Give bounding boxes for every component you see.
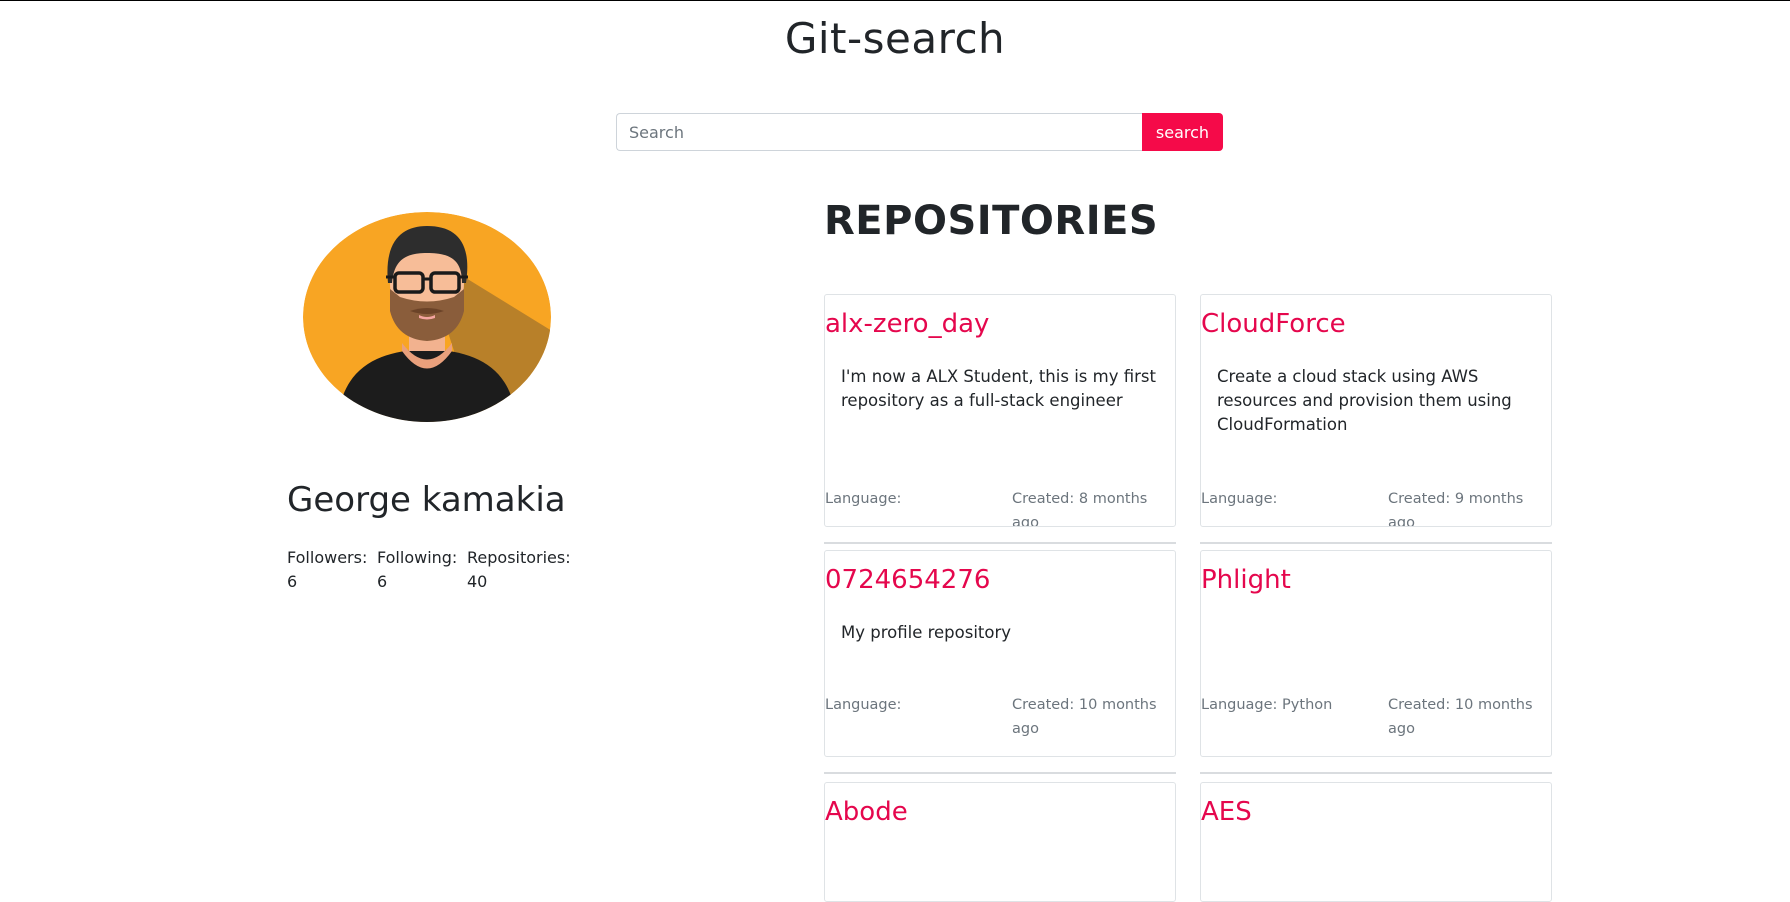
user-stats: Followers: 6 Following: 6 Repositories: … [287, 546, 577, 594]
repo-created: Created: 8 months ago [1012, 491, 1148, 527]
stat-value: 6 [287, 572, 298, 591]
repo-description: My profile repository [841, 623, 1012, 642]
repo-created: Created: 10 months ago [1012, 697, 1157, 737]
search-input[interactable] [616, 113, 1142, 151]
repo-card[interactable]: Phlight Language: Python Created: 10 mon… [1200, 550, 1552, 757]
repo-card[interactable]: alx-zero_day I'm now a ALX Student, this… [824, 294, 1176, 527]
row-divider [1200, 542, 1552, 544]
repo-created: Created: 9 months ago [1388, 491, 1524, 527]
repo-name[interactable]: 0724654276 [825, 565, 990, 595]
repo-language: Language: [1201, 491, 1278, 507]
repo-name[interactable]: Phlight [1201, 565, 1291, 595]
repo-name[interactable]: CloudForce [1201, 309, 1346, 339]
repo-language: Language: Python [1201, 697, 1333, 713]
repo-description: I'm now a ALX Student, this is my first … [841, 367, 1156, 410]
stat-value: 40 [467, 572, 488, 591]
repo-language: Language: [825, 697, 902, 713]
stat-label: Following: [377, 548, 458, 567]
stat-followers: Followers: 6 [287, 546, 377, 594]
search-button[interactable]: search [1142, 113, 1223, 151]
repo-description: Create a cloud stack using AWS resources… [1217, 367, 1512, 434]
repositories-heading: REPOSITORIES [824, 198, 1159, 244]
top-border [0, 0, 1790, 1]
repo-card[interactable]: CloudForce Create a cloud stack using AW… [1200, 294, 1552, 527]
stat-label: Followers: [287, 548, 368, 567]
repo-name[interactable]: alx-zero_day [825, 309, 989, 339]
app-title: Git-search [784, 14, 1006, 63]
stat-value: 6 [377, 572, 388, 591]
row-divider [824, 772, 1176, 774]
stat-label: Repositories: [467, 548, 571, 567]
stat-repositories: Repositories: 40 [467, 546, 577, 594]
search-bar: search [616, 113, 1223, 151]
repo-card[interactable]: Abode [824, 782, 1176, 902]
repo-card[interactable]: 0724654276 My profile repository Languag… [824, 550, 1176, 757]
repo-name[interactable]: Abode [825, 797, 908, 827]
repo-created: Created: 10 months ago [1388, 697, 1533, 737]
row-divider [824, 542, 1176, 544]
stat-following: Following: 6 [377, 546, 467, 594]
user-name: George kamakia [287, 480, 566, 520]
repo-card[interactable]: AES [1200, 782, 1552, 902]
repo-name[interactable]: AES [1201, 797, 1252, 827]
row-divider [1200, 772, 1552, 774]
avatar [303, 212, 551, 422]
repo-language: Language: [825, 491, 902, 507]
